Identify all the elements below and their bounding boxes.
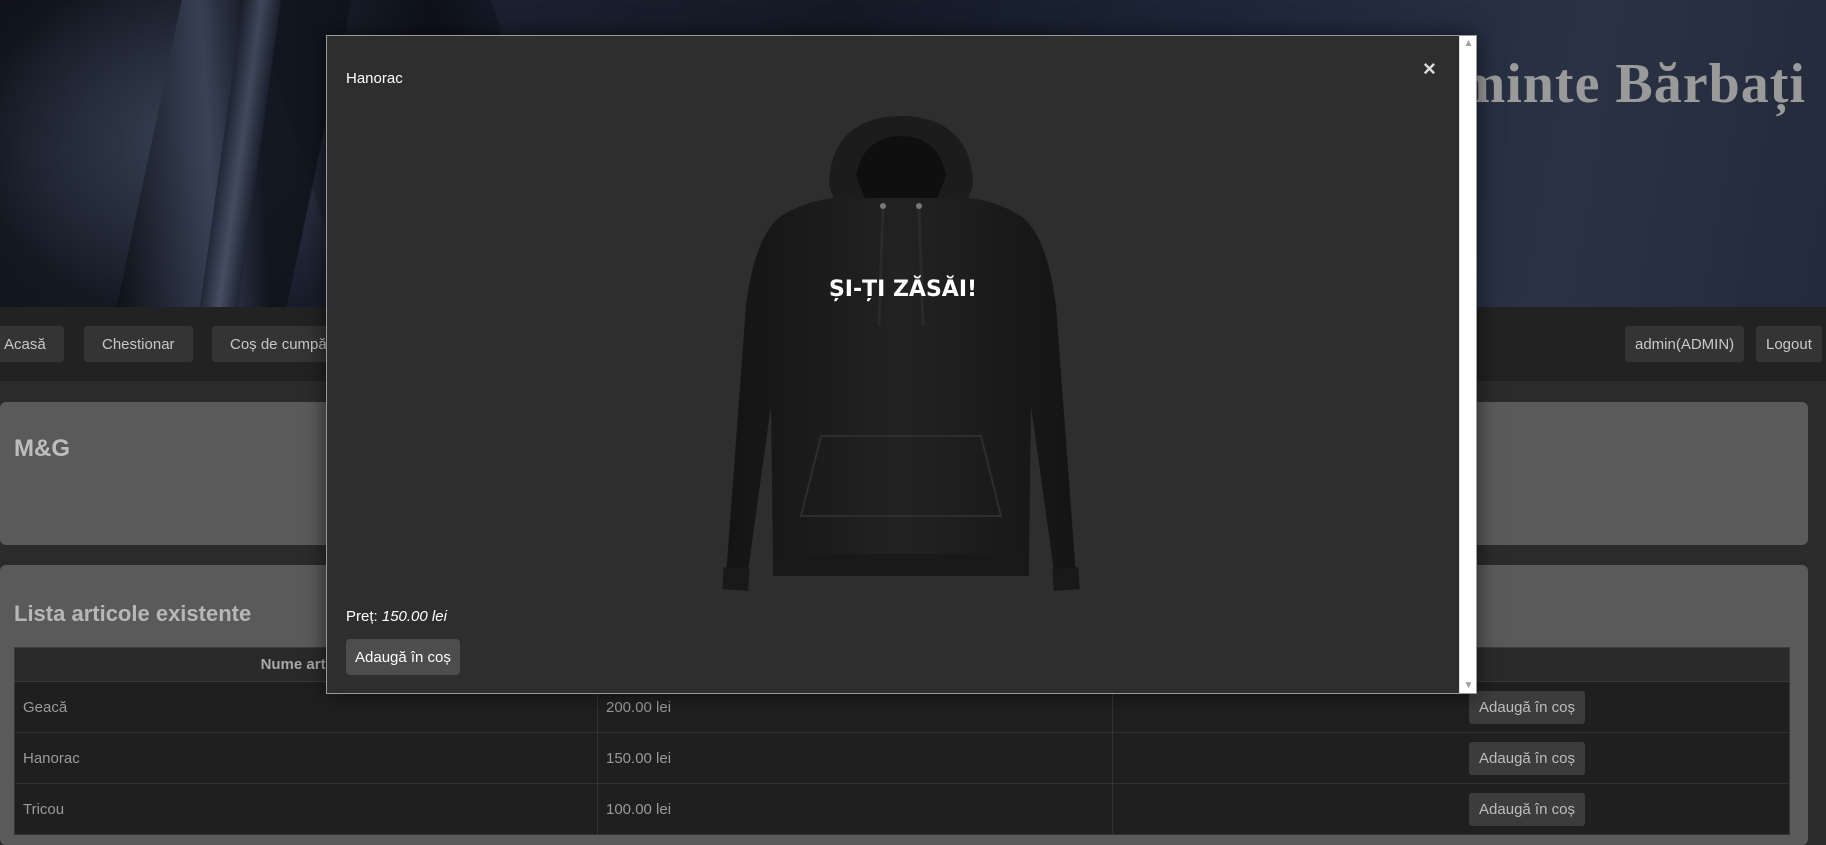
scroll-up-icon[interactable]: ▲: [1460, 38, 1477, 49]
price-label: Preț:: [346, 608, 378, 625]
scroll-down-icon[interactable]: ▼: [1460, 680, 1477, 691]
modal-price: Preț: 150.00 lei: [346, 608, 447, 625]
add-to-cart-button[interactable]: Adaugă în coș: [1469, 690, 1585, 724]
article-name: Tricou: [14, 783, 598, 835]
article-action-cell: Adaugă în coș: [1112, 732, 1790, 784]
hoodie-print-text: ȘI-ȚI ZĂSĂI!: [829, 276, 977, 302]
about-title: M&G: [14, 435, 70, 462]
product-modal: Hanorac × ȘI-ȚI ZĂSĂI! Preț: 150.00 lei …: [326, 35, 1477, 694]
modal-scrollbar[interactable]: ▲ ▼: [1459, 36, 1476, 693]
nav-logout-button[interactable]: Logout: [1756, 326, 1822, 362]
article-price: 100.00 lei: [597, 783, 1113, 835]
nav-home-button[interactable]: Acasă: [0, 326, 64, 362]
nav-user-button[interactable]: admin(ADMIN): [1625, 326, 1745, 362]
close-icon[interactable]: ×: [1423, 56, 1436, 82]
product-image: ȘI-ȚI ZĂSĂI!: [711, 106, 1091, 626]
hoodie-image: ȘI-ȚI ZĂSĂI!: [722, 116, 1080, 591]
price-value: 150.00 lei: [381, 608, 447, 625]
articles-title: Lista articole existente: [14, 601, 252, 626]
add-to-cart-button[interactable]: Adaugă în coș: [1469, 792, 1585, 826]
article-price: 150.00 lei: [597, 732, 1113, 784]
nav-survey-button[interactable]: Chestionar: [84, 326, 193, 362]
modal-title: Hanorac: [346, 70, 403, 87]
table-row: Hanorac 150.00 lei Adaugă în coș: [14, 732, 1790, 784]
article-name: Hanorac: [14, 732, 598, 784]
add-to-cart-button[interactable]: Adaugă în coș: [1469, 741, 1585, 775]
article-action-cell: Adaugă în coș: [1112, 783, 1790, 835]
modal-add-to-cart-button[interactable]: Adaugă în coș: [346, 639, 460, 675]
table-row: Tricou 100.00 lei Adaugă în coș: [14, 783, 1790, 835]
